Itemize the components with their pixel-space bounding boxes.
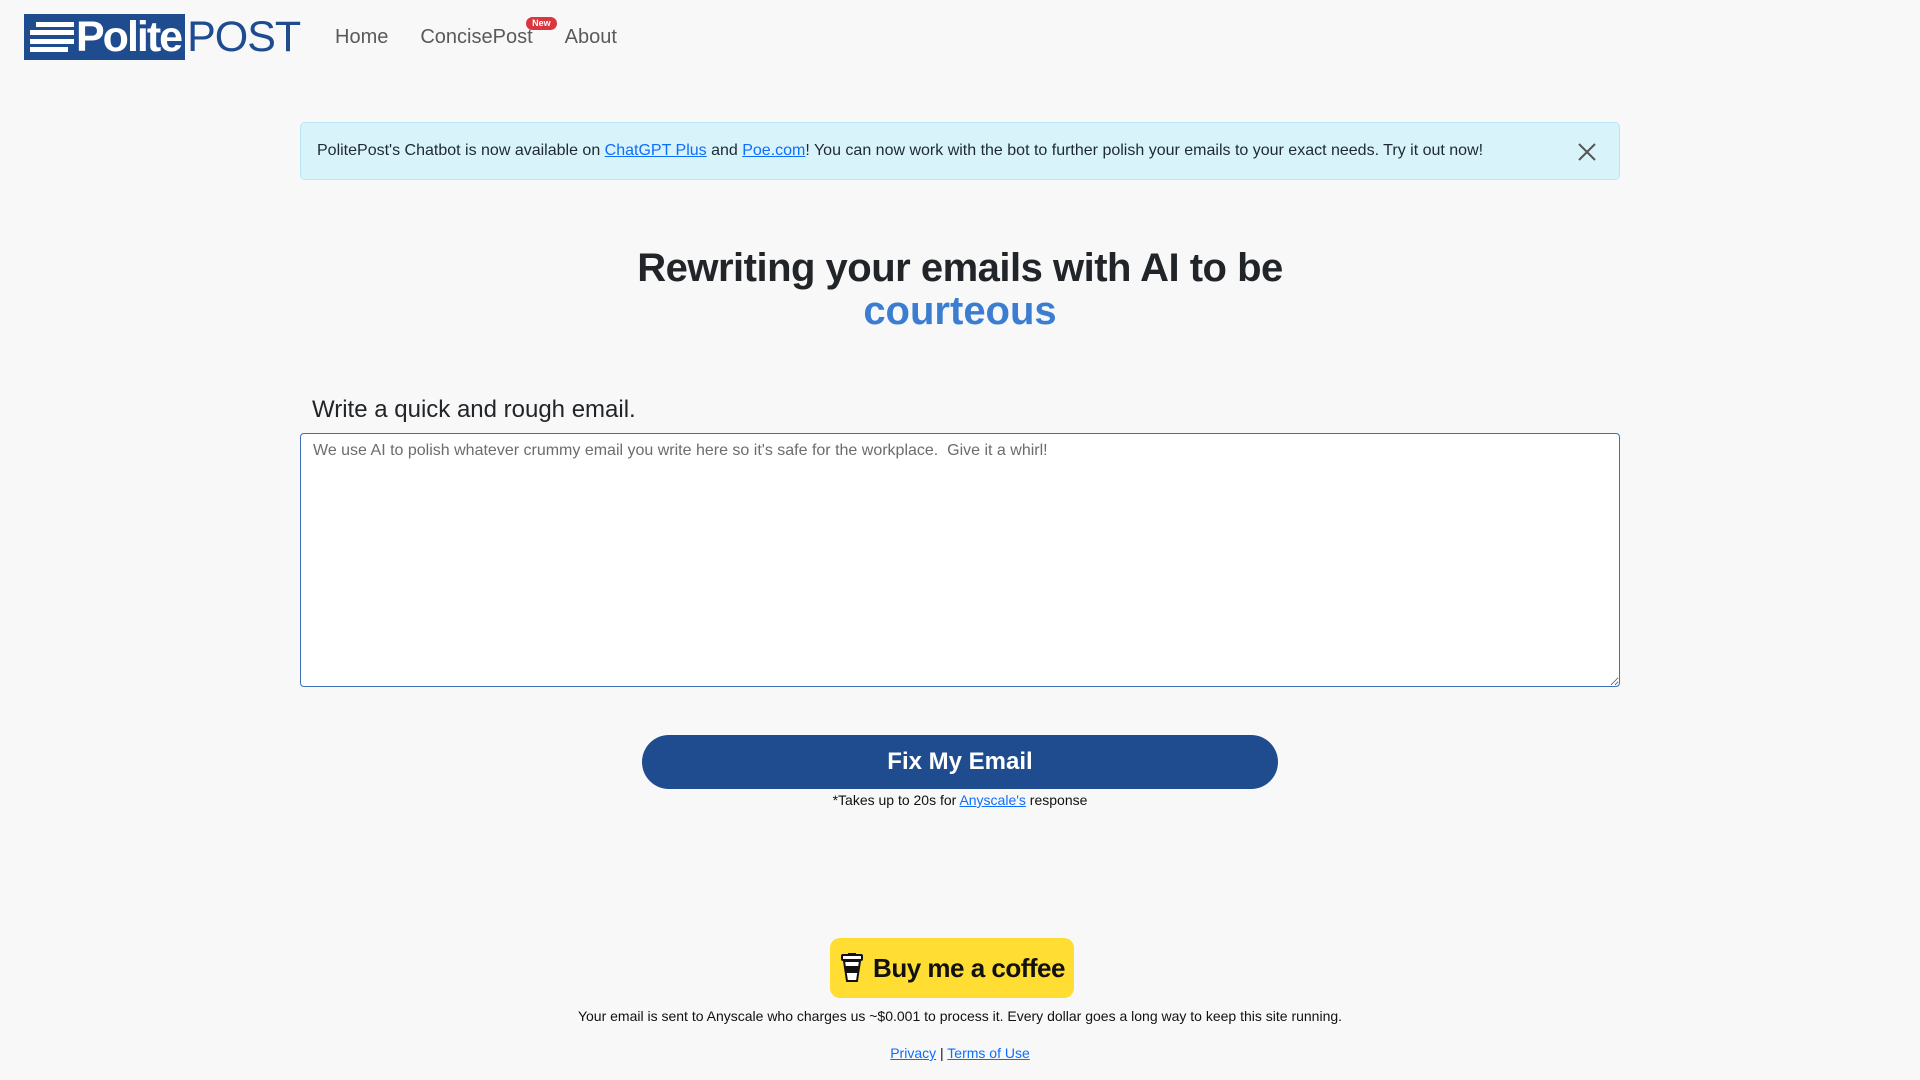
coffee-cup-icon — [839, 952, 865, 984]
footer-separator: | — [936, 1045, 948, 1061]
logo-mark: Polite — [24, 13, 186, 61]
alert-message: PolitePost's Chatbot is now available on… — [317, 142, 1483, 160]
logo-text-post: POST — [187, 13, 301, 61]
buy-me-a-coffee-button[interactable]: Buy me a coffee — [830, 938, 1074, 998]
anyscale-link[interactable]: Anyscale's — [959, 792, 1025, 808]
coffee-label: Buy me a coffee — [873, 952, 1065, 983]
privacy-link[interactable]: Privacy — [890, 1045, 936, 1061]
email-input-label: Write a quick and rough email. — [312, 396, 636, 423]
hero-heading: Rewriting your emails with AI to be cour… — [0, 240, 1920, 332]
footer-info: Your email is sent to Anyscale who charg… — [577, 1008, 1343, 1024]
email-textarea[interactable] — [300, 433, 1620, 687]
hero-title: Rewriting your emails with AI to be — [637, 246, 1283, 290]
brand-logo[interactable]: Polite POST — [24, 13, 301, 61]
nav-home[interactable]: Home — [335, 24, 388, 50]
alert-text-mid: and — [706, 142, 743, 159]
fix-my-email-button[interactable]: Fix My Email — [642, 735, 1278, 789]
alert-text-after: ! You can now work with the bot to furth… — [805, 142, 1484, 159]
nav-concisepost-label: ConcisePost — [420, 26, 533, 48]
logo-lines-icon — [30, 22, 74, 52]
note-text-before: *Takes up to 20s for — [832, 792, 960, 808]
hero-rotating-word: courteous — [863, 289, 1057, 333]
footer-links: Privacy | Terms of Use — [0, 1045, 1920, 1061]
note-text-after: response — [1025, 792, 1088, 808]
announcement-alert: PolitePost's Chatbot is now available on… — [300, 122, 1620, 180]
logo-text-polite: Polite — [76, 13, 183, 61]
terms-link[interactable]: Terms of Use — [947, 1045, 1029, 1061]
close-icon[interactable] — [1575, 140, 1599, 164]
nav-concisepost[interactable]: ConcisePost New — [420, 17, 557, 50]
poe-link[interactable]: Poe.com — [742, 142, 805, 159]
nav-about[interactable]: About — [565, 24, 617, 50]
chatgpt-plus-link[interactable]: ChatGPT Plus — [605, 142, 707, 159]
new-badge: New — [526, 17, 557, 30]
main-nav: Home ConcisePost New About — [335, 17, 649, 50]
site-header: Polite POST Home ConcisePost New About — [0, 0, 1920, 75]
alert-text-before: PolitePost's Chatbot is now available on — [317, 142, 605, 159]
response-time-note: *Takes up to 20s for Anyscale's response — [0, 792, 1920, 808]
